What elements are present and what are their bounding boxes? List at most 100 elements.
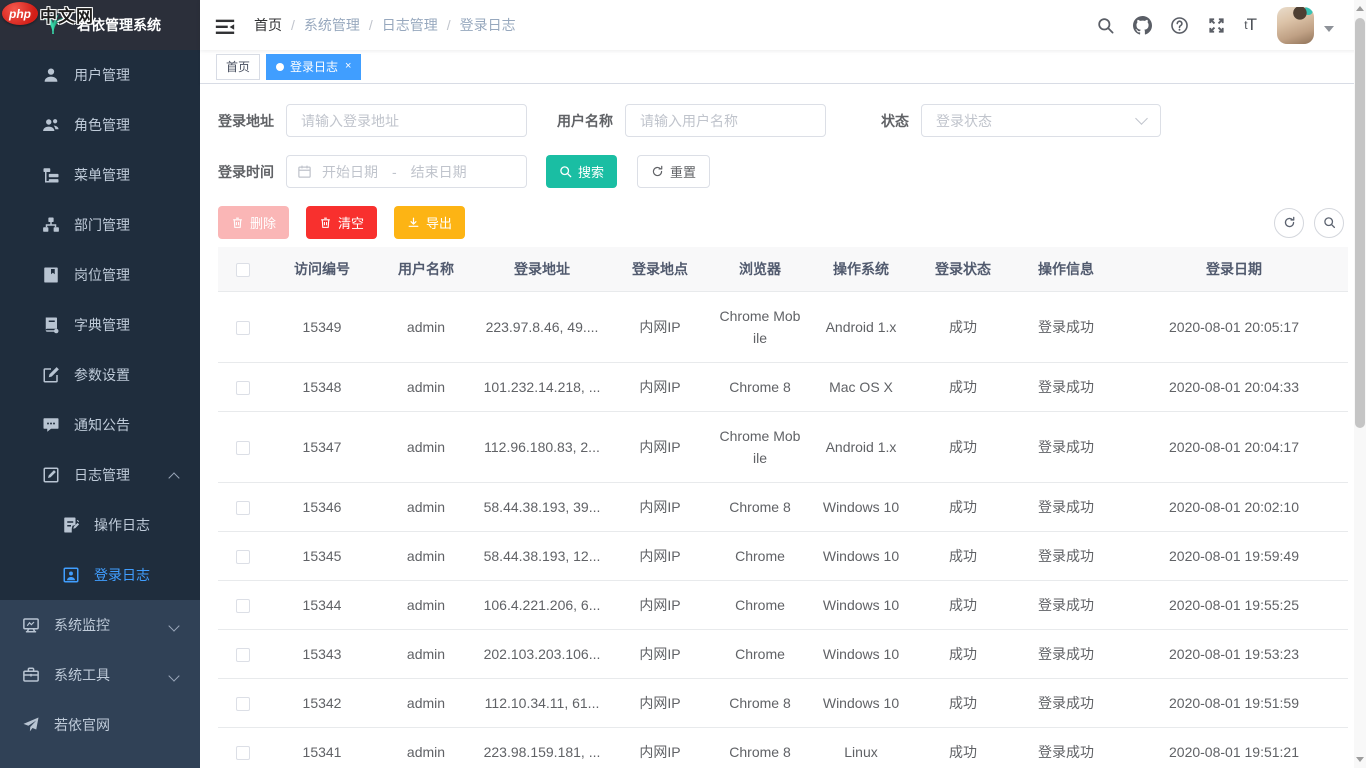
refresh-table-button[interactable] <box>1274 208 1304 238</box>
refresh-icon <box>651 165 664 178</box>
table-row[interactable]: 15345admin58.44.38.193, 12... 内网IPChrome… <box>218 531 1348 580</box>
col-header-browser: 浏览器 <box>712 247 808 291</box>
sidebar-item-config-mgmt[interactable]: 参数设置 <box>0 350 200 400</box>
tab-label: 登录日志 <box>290 58 338 75</box>
sidebar-item-label: 部门管理 <box>74 215 130 235</box>
github-icon[interactable] <box>1124 16 1161 35</box>
row-checkbox[interactable] <box>236 746 250 760</box>
sidebar-item-menu-mgmt[interactable]: 菜单管理 <box>0 150 200 200</box>
col-header-user: 用户名称 <box>376 247 476 291</box>
sidebar-item-label: 日志管理 <box>74 465 130 485</box>
row-checkbox[interactable] <box>236 441 250 455</box>
user-name-input[interactable] <box>625 104 826 137</box>
range-separator: - <box>392 164 397 180</box>
sidebar-item-label: 登录日志 <box>94 565 150 585</box>
sidebar-item-monitor[interactable]: 系统监控 <box>0 600 200 650</box>
select-all-checkbox[interactable] <box>236 263 250 277</box>
sidebar-item-oper-log[interactable]: 操作日志 <box>0 500 200 550</box>
sidebar-item-notice-mgmt[interactable]: 通知公告 <box>0 400 200 450</box>
search-icon[interactable] <box>1087 16 1124 35</box>
user-avatar[interactable] <box>1277 7 1314 44</box>
col-header-msg: 操作信息 <box>1012 247 1120 291</box>
row-checkbox[interactable] <box>236 648 250 662</box>
sidebar-item-label: 通知公告 <box>74 415 130 435</box>
app-window: php 中文网 若依管理系统 用户管理 <box>0 0 1366 768</box>
sidebar-item-log-mgmt[interactable]: 日志管理 <box>0 450 200 500</box>
sidebar-item-tool[interactable]: 系统工具 <box>0 650 200 700</box>
sidebar-item-post-mgmt[interactable]: 岗位管理 <box>0 250 200 300</box>
filter-row-1: 登录地址 用户名称 状态 登录状态 <box>218 104 1348 137</box>
download-icon <box>407 216 420 229</box>
table-row[interactable]: 15346admin58.44.38.193, 39... 内网IPChrome… <box>218 482 1348 531</box>
start-date-placeholder: 开始日期 <box>322 162 378 182</box>
row-checkbox[interactable] <box>236 550 250 564</box>
tab-close-icon[interactable]: × <box>345 61 351 72</box>
avatar-caret-down-icon[interactable] <box>1324 26 1334 32</box>
table-row[interactable]: 15344admin106.4.221.206, 6... 内网IPChrome… <box>218 580 1348 629</box>
table-row[interactable]: 15347admin112.96.180.83, 2... 内网IPChrome… <box>218 411 1348 482</box>
tab-home[interactable]: 首页 <box>216 54 260 80</box>
search-button[interactable]: 搜索 <box>546 155 617 188</box>
col-header-status: 登录状态 <box>914 247 1012 291</box>
sidebar-item-official-site[interactable]: 若依官网 <box>0 700 200 750</box>
table-row[interactable]: 15343admin202.103.203.106... 内网IPChromeW… <box>218 629 1348 678</box>
tab-label: 首页 <box>226 58 250 75</box>
tool-icon <box>22 666 40 684</box>
sidebar-item-dict-mgmt[interactable]: 字典管理 <box>0 300 200 350</box>
fullscreen-icon[interactable] <box>1198 16 1235 35</box>
login-address-input[interactable] <box>286 104 527 137</box>
sidebar-item-label: 角色管理 <box>74 115 130 135</box>
row-checkbox[interactable] <box>236 501 250 515</box>
export-button[interactable]: 导出 <box>394 206 465 239</box>
peoples-icon <box>42 116 60 134</box>
scroll-up-arrow-icon[interactable] <box>1356 6 1364 11</box>
sidebar-toggle-icon[interactable] <box>214 16 236 34</box>
page-content: 登录地址 用户名称 状态 登录状态 登录时间 开始日期 - <box>200 84 1366 768</box>
toolbar-right <box>1274 208 1344 238</box>
clear-button[interactable]: 清空 <box>306 206 377 239</box>
vertical-scrollbar[interactable] <box>1354 0 1366 768</box>
delete-button[interactable]: 删除 <box>218 206 289 239</box>
edit-icon <box>42 366 60 384</box>
main-area: 首页 / 系统管理 / 日志管理 / 登录日志 <box>200 0 1366 768</box>
sidebar-item-user-mgmt[interactable]: 用户管理 <box>0 50 200 100</box>
row-checkbox[interactable] <box>236 321 250 335</box>
sidebar-item-label: 操作日志 <box>94 515 150 535</box>
status-select[interactable]: 登录状态 <box>921 104 1161 137</box>
col-header-id[interactable]: 访问编号 <box>268 247 376 291</box>
breadcrumb-system[interactable]: 系统管理 <box>304 15 360 35</box>
row-checkbox[interactable] <box>236 599 250 613</box>
post-icon <box>42 266 60 284</box>
breadcrumb-separator: / <box>447 17 451 33</box>
col-header-time[interactable]: 登录日期 <box>1120 247 1348 291</box>
login-time-range-picker[interactable]: 开始日期 - 结束日期 <box>286 155 527 188</box>
table-row[interactable]: 15348admin101.232.14.218, ... 内网IPChrome… <box>218 362 1348 411</box>
sidebar-item-login-log[interactable]: 登录日志 <box>0 550 200 600</box>
toggle-search-button[interactable] <box>1314 208 1344 238</box>
breadcrumb-home[interactable]: 首页 <box>254 15 282 35</box>
row-checkbox[interactable] <box>236 697 250 711</box>
scroll-down-arrow-icon[interactable] <box>1356 757 1364 762</box>
table-header-row: 访问编号 用户名称 登录地址 登录地点 浏览器 操作系统 登录状态 操作信息 登… <box>218 247 1348 291</box>
sidebar-item-label: 若依官网 <box>54 715 110 735</box>
sidebar-item-role-mgmt[interactable]: 角色管理 <box>0 100 200 150</box>
font-size-icon[interactable]: tT <box>1235 15 1265 35</box>
reset-button[interactable]: 重置 <box>637 155 710 188</box>
help-icon[interactable] <box>1161 16 1198 35</box>
col-header-location: 登录地点 <box>608 247 712 291</box>
tab-login-log[interactable]: 登录日志 × <box>266 54 361 80</box>
sidebar-item-label: 参数设置 <box>74 365 130 385</box>
trash-icon <box>319 216 332 229</box>
sidebar-item-label: 系统工具 <box>54 665 110 685</box>
col-header-os: 操作系统 <box>808 247 914 291</box>
col-header-ip: 登录地址 <box>476 247 608 291</box>
scrollbar-thumb[interactable] <box>1355 18 1365 428</box>
breadcrumb-log[interactable]: 日志管理 <box>382 15 438 35</box>
table-row[interactable]: 15341admin223.98.159.181, ... 内网IPChrome… <box>218 727 1348 768</box>
user-name-label: 用户名称 <box>527 111 625 131</box>
table-row[interactable]: 15342admin112.10.34.11, 61... 内网IPChrome… <box>218 678 1348 727</box>
user-icon <box>42 66 60 84</box>
sidebar-item-dept-mgmt[interactable]: 部门管理 <box>0 200 200 250</box>
row-checkbox[interactable] <box>236 381 250 395</box>
table-row[interactable]: 15349admin223.97.8.46, 49.... 内网IPChrome… <box>218 291 1348 362</box>
